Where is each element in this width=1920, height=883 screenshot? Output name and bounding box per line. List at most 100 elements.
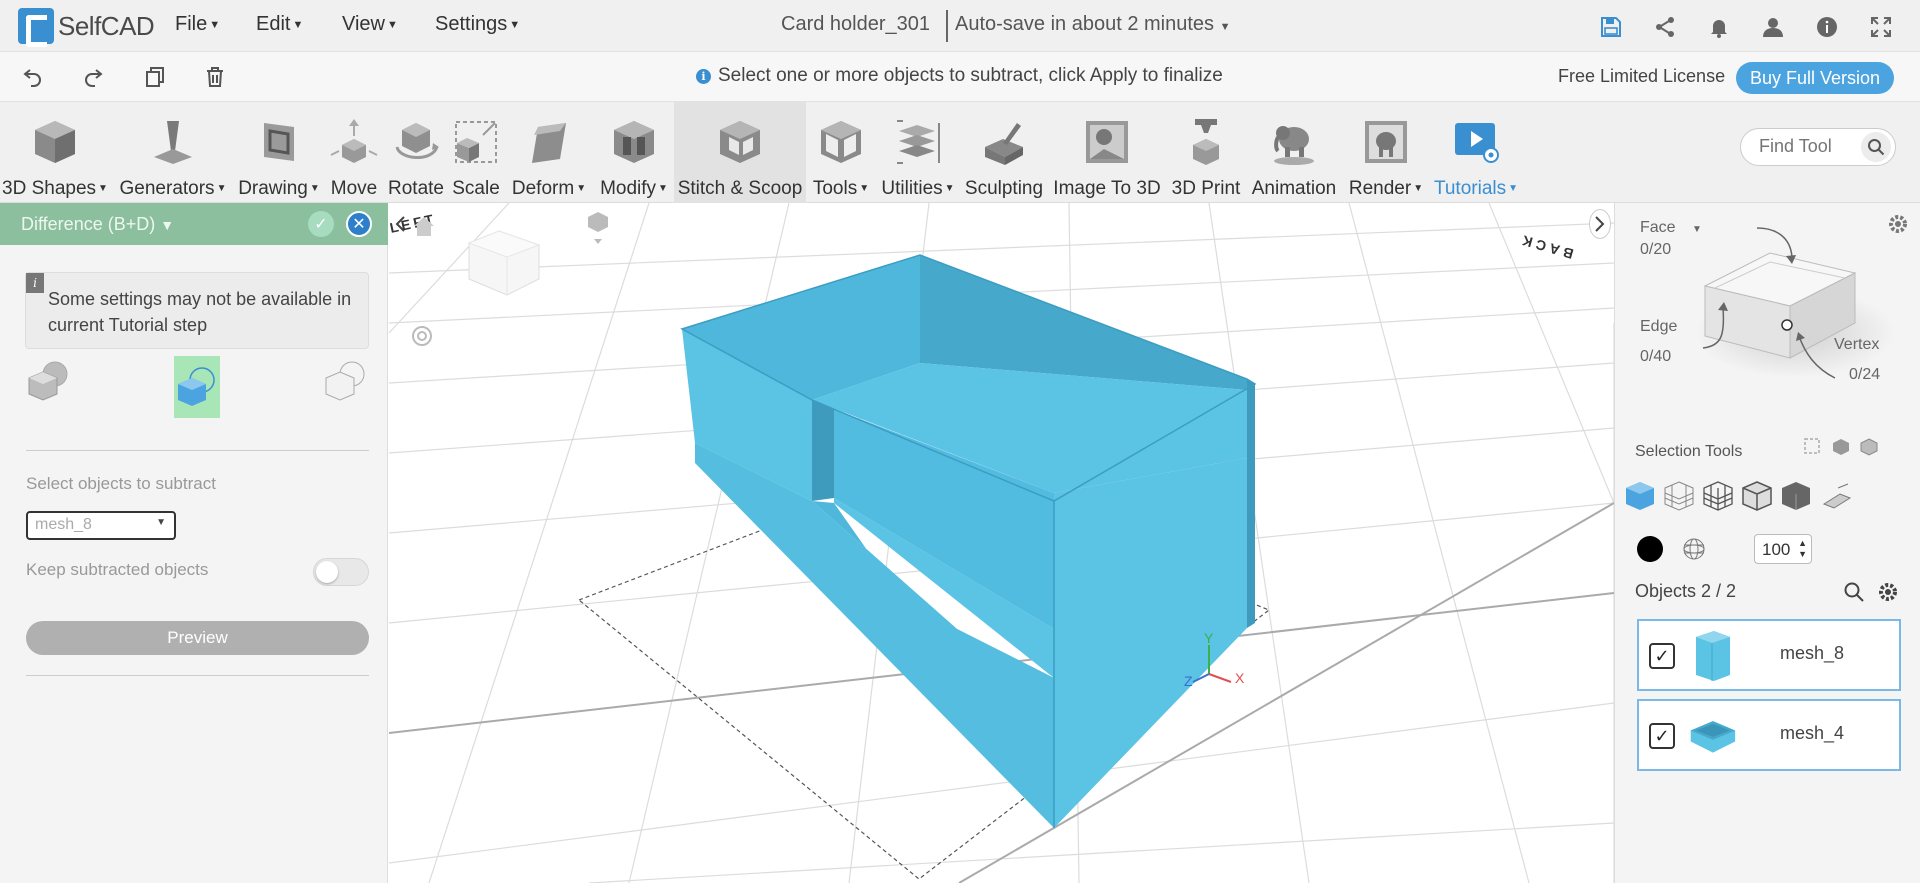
info-icon: i — [26, 273, 44, 293]
visibility-checkbox[interactable]: ✓ — [1649, 643, 1675, 669]
document-title[interactable]: Card holder_301 — [781, 13, 930, 36]
selfcad-logo[interactable]: SelfCAD — [18, 5, 155, 47]
buy-full-version-button[interactable]: Buy Full Version — [1736, 62, 1894, 94]
box-select-icon[interactable] — [1803, 437, 1823, 457]
tool-tutorials[interactable]: Tutorials ▼ — [1432, 102, 1520, 203]
selection-tools-label: Selection Tools — [1635, 443, 1743, 460]
opacity-stepper[interactable]: 100 ▲ ▼ — [1754, 534, 1812, 564]
collapse-right-panel-icon[interactable] — [1589, 209, 1611, 239]
collapse-left-panel-icon[interactable] — [389, 209, 411, 239]
save-icon[interactable] — [1596, 12, 1626, 42]
tool-utilities[interactable]: Utilities ▼ — [876, 102, 960, 203]
menu-file[interactable]: File ▼ — [175, 13, 220, 36]
face-select-icon[interactable] — [1662, 479, 1696, 513]
tool-generators[interactable]: Generators ▼ — [116, 102, 230, 203]
user-icon[interactable] — [1758, 12, 1788, 42]
tool-3d-shapes[interactable]: 3D Shapes ▼ — [0, 102, 110, 203]
tool-label: Utilities — [881, 178, 943, 199]
autosave-dropdown[interactable]: Auto-save in about 2 minutes ▼ — [955, 13, 1231, 36]
panel-title[interactable]: Difference (B+D) ▼ — [21, 214, 174, 235]
tool-3d-print[interactable]: 3D Print — [1166, 102, 1246, 203]
perspective-view-icon[interactable] — [585, 209, 611, 249]
mesh-select-dropdown[interactable]: mesh_8 ▼ — [26, 511, 176, 540]
tool-image-to-3d[interactable]: Image To 3D — [1050, 102, 1164, 203]
panel-title-text: Difference (B+D) — [21, 214, 156, 234]
chevron-down-icon: ▼ — [1508, 183, 1519, 195]
menu-edit[interactable]: Edit ▼ — [256, 13, 303, 36]
menu-view-label: View — [342, 13, 385, 35]
tool-drawing[interactable]: Drawing ▼ — [234, 102, 324, 203]
tool-label: Deform — [511, 178, 575, 199]
printer-icon — [1178, 114, 1234, 170]
undo-icon[interactable] — [18, 62, 48, 92]
edge-select-icon[interactable] — [1701, 479, 1735, 513]
fullscreen-icon[interactable] — [1866, 12, 1896, 42]
tool-scale[interactable]: Scale — [450, 102, 502, 203]
chevron-down-icon: ▼ — [1219, 21, 1231, 33]
info-icon[interactable] — [1812, 12, 1842, 42]
license-label: Free Limited License — [1558, 66, 1726, 86]
target-view-icon[interactable] — [409, 323, 435, 349]
visibility-checkbox[interactable]: ✓ — [1649, 723, 1675, 749]
menu-settings[interactable]: Settings ▼ — [435, 13, 520, 36]
wireframe-sphere-icon[interactable] — [1681, 536, 1707, 562]
menu-view[interactable]: View ▼ — [342, 13, 398, 36]
select-all-icon[interactable] — [1831, 437, 1851, 457]
copy-icon[interactable] — [140, 62, 170, 92]
title-divider — [946, 10, 948, 42]
subtract-mode-c-icon[interactable] — [322, 358, 368, 404]
model-card-holder — [680, 254, 1257, 828]
search-icon[interactable] — [1861, 132, 1891, 162]
search-icon[interactable] — [1843, 581, 1865, 603]
objects-settings-gear-icon[interactable] — [1877, 581, 1899, 603]
tool-label: Tools — [812, 178, 858, 199]
redo-icon[interactable] — [78, 62, 108, 92]
preview-button[interactable]: Preview — [26, 621, 369, 655]
close-button[interactable]: ✕ — [346, 211, 372, 237]
mesh-thumbnail — [1687, 629, 1737, 683]
tool-deform[interactable]: Deform ▼ — [506, 102, 592, 203]
logo-icon — [18, 8, 54, 47]
chevron-down-icon: ▼ — [98, 183, 108, 195]
mesh-select-value: mesh_8 — [35, 516, 92, 533]
tool-label: Stitch & Scoop — [677, 178, 803, 199]
notice-text: Some settings may not be available in cu… — [48, 289, 352, 335]
object-list-item[interactable]: ✓ mesh_8 — [1637, 619, 1901, 691]
tool-modify[interactable]: Modify ▼ — [594, 102, 674, 203]
image-to-3d-icon — [1079, 114, 1135, 170]
color-black-swatch[interactable] — [1637, 536, 1663, 562]
tool-tools[interactable]: Tools ▼ — [806, 102, 876, 203]
3d-viewport[interactable]: LEFT BACK Y X Z — [389, 203, 1614, 883]
cube-icon — [27, 114, 83, 170]
stepper-arrows-icon[interactable]: ▲ ▼ — [1798, 538, 1807, 560]
move-icon — [326, 114, 382, 170]
keep-subtracted-toggle[interactable] — [313, 558, 369, 586]
view-label-back: BACK — [1517, 231, 1576, 262]
scene-canvas: LEFT BACK Y X Z — [389, 203, 1614, 883]
subtract-mode-b-icon[interactable] — [174, 356, 220, 418]
tool-animation[interactable]: Animation — [1246, 102, 1342, 203]
vertex-select-icon[interactable] — [1740, 479, 1774, 513]
share-icon[interactable] — [1650, 12, 1680, 42]
tool-move[interactable]: Move — [326, 102, 382, 203]
apply-check-button[interactable]: ✓ — [308, 211, 334, 237]
delete-icon[interactable] — [200, 62, 230, 92]
tool-sculpting[interactable]: Sculpting — [962, 102, 1046, 203]
info-icon: i — [696, 68, 711, 84]
object-list-item[interactable]: ✓ mesh_4 — [1637, 699, 1901, 771]
bell-icon[interactable] — [1704, 12, 1734, 42]
tool-label: Modify — [600, 178, 657, 199]
tool-rotate[interactable]: Rotate — [384, 102, 448, 203]
invert-select-icon[interactable] — [1859, 437, 1879, 457]
object-select-icon[interactable] — [1623, 479, 1657, 513]
tool-render[interactable]: Render ▼ — [1344, 102, 1428, 203]
object-name: mesh_4 — [1780, 723, 1845, 743]
tool-label: Scale — [452, 178, 500, 199]
home-view-icon[interactable] — [411, 213, 437, 239]
subtract-mode-a-icon[interactable] — [25, 358, 71, 404]
find-tool-input[interactable] — [1759, 136, 1859, 157]
plane-select-icon[interactable] — [1819, 479, 1853, 513]
tool-stitch-scoop[interactable]: Stitch & Scoop — [674, 102, 806, 203]
solid-select-icon[interactable] — [1779, 479, 1813, 513]
chevron-down-icon: ▼ — [156, 517, 166, 528]
